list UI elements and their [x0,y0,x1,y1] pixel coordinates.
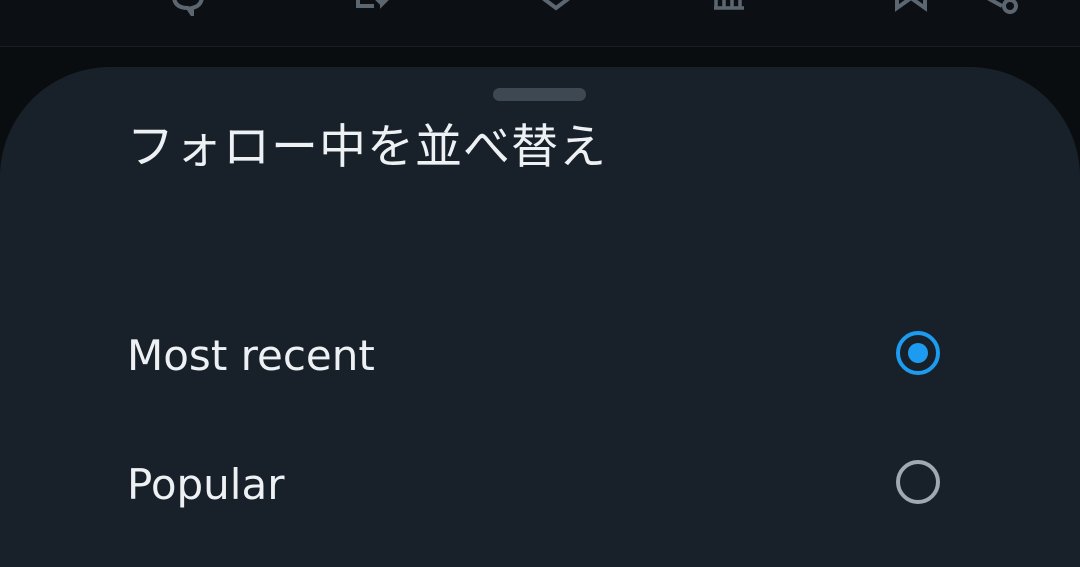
repost-icon[interactable] [352,0,392,16]
views-icon[interactable] [710,0,750,16]
option-label: Most recent [127,331,375,380]
sort-option-popular[interactable]: Popular [0,435,1080,535]
sheet-title: フォロー中を並べ替え [127,120,607,175]
sort-option-most-recent[interactable]: Most recent [0,306,1080,406]
reply-icon[interactable] [168,0,208,16]
share-icon[interactable] [980,0,1020,16]
option-label: Popular [127,460,285,509]
tweet-action-bar [0,0,1080,47]
radio-unselected-icon[interactable] [896,460,940,504]
drag-handle[interactable] [493,88,586,101]
radio-selected-icon[interactable] [896,331,940,375]
bookmark-icon[interactable] [893,0,933,16]
like-icon[interactable] [536,0,576,16]
